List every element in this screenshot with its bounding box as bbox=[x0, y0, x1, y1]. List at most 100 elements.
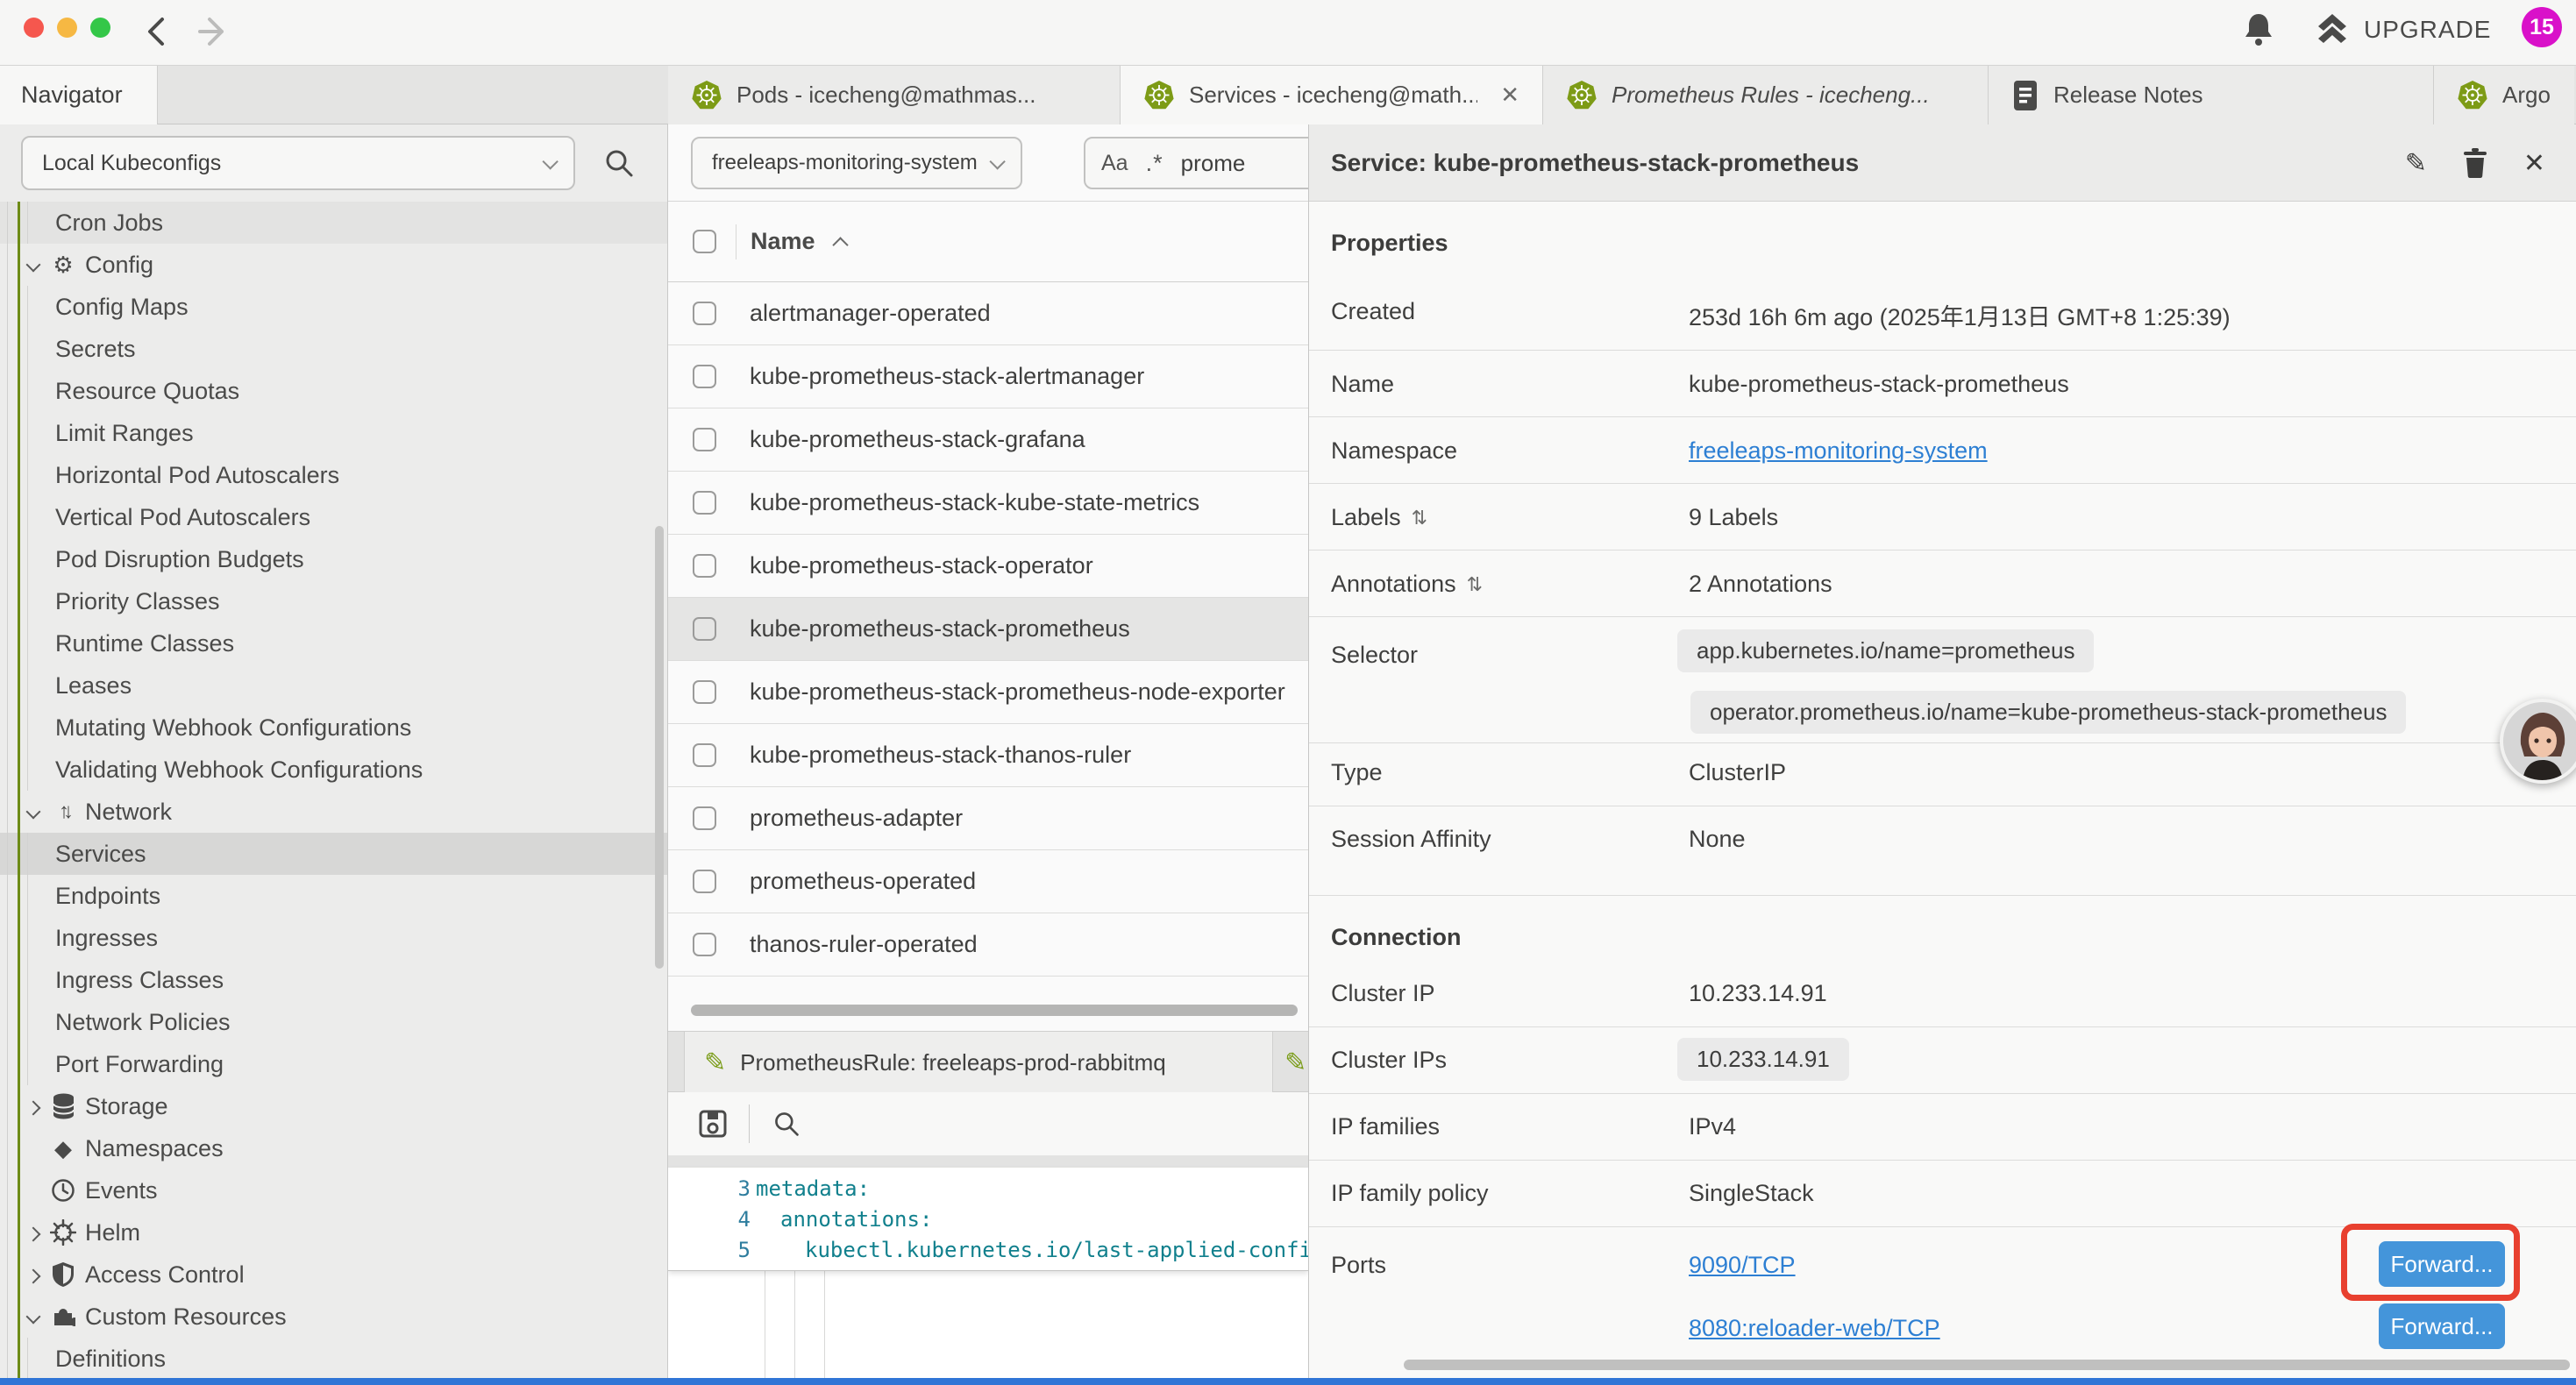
avatar[interactable] bbox=[2500, 699, 2576, 784]
table-row-alertmanager-operated[interactable]: alertmanager-operated bbox=[668, 282, 1308, 345]
table-row-kube-prometheus-stack-prometheus-node-exporter[interactable]: kube-prometheus-stack-prometheus-node-ex… bbox=[668, 661, 1308, 724]
row-checkbox[interactable] bbox=[693, 302, 716, 325]
tab-navigator[interactable]: Navigator bbox=[0, 66, 158, 124]
expand-collapse-icon[interactable]: ⇅ bbox=[1467, 573, 1483, 596]
row-checkbox[interactable] bbox=[693, 933, 716, 956]
table-row-kube-prometheus-stack-thanos-ruler[interactable]: kube-prometheus-stack-thanos-ruler bbox=[668, 724, 1308, 787]
tab-services[interactable]: Services - icecheng@math... ✕ bbox=[1121, 66, 1543, 124]
row-checkbox[interactable] bbox=[693, 870, 716, 893]
sidebar-item-definitions[interactable]: Definitions bbox=[0, 1338, 667, 1378]
tree-chevron-icon[interactable] bbox=[26, 1099, 40, 1113]
sidebar-item-mutating-webhook-configurations[interactable]: Mutating Webhook Configurations bbox=[0, 707, 667, 749]
sidebar-item-secrets[interactable]: Secrets bbox=[0, 328, 667, 370]
delete-trash-icon[interactable] bbox=[2462, 148, 2488, 178]
sidebar-item-leases[interactable]: Leases bbox=[0, 664, 667, 707]
sidebar-item-validating-webhook-configurations[interactable]: Validating Webhook Configurations bbox=[0, 749, 667, 791]
panel-horizontal-scrollbar[interactable] bbox=[1404, 1360, 2570, 1370]
tree-chevron-icon[interactable] bbox=[26, 1225, 40, 1239]
sidebar-item-network-policies[interactable]: Network Policies bbox=[0, 1001, 667, 1043]
sidebar-item-namespaces[interactable]: ◆ Namespaces bbox=[0, 1127, 667, 1169]
sidebar-item-ingress-classes[interactable]: Ingress Classes bbox=[0, 959, 667, 1001]
sidebar-item-pod-disruption-budgets[interactable]: Pod Disruption Budgets bbox=[0, 538, 667, 580]
row-checkbox[interactable] bbox=[693, 428, 716, 451]
sidebar-item-vertical-pod-autoscalers[interactable]: Vertical Pod Autoscalers bbox=[0, 496, 667, 538]
row-checkbox[interactable] bbox=[693, 617, 716, 641]
table-row-kube-prometheus-stack-grafana[interactable]: kube-prometheus-stack-grafana bbox=[668, 408, 1308, 472]
sidebar-item-priority-classes[interactable]: Priority Classes bbox=[0, 580, 667, 622]
tab-release-notes[interactable]: Release Notes bbox=[1989, 66, 2434, 124]
kubeconfig-select[interactable]: Local Kubeconfigs bbox=[21, 136, 575, 190]
sidebar-item-services[interactable]: Services bbox=[0, 833, 667, 875]
row-checkbox[interactable] bbox=[693, 491, 716, 515]
upgrade-button[interactable]: UPGRADE bbox=[2315, 12, 2491, 47]
sidebar-scrollbar[interactable] bbox=[655, 526, 664, 969]
table-row-kube-prometheus-stack-kube-state-metrics[interactable]: kube-prometheus-stack-kube-state-metrics bbox=[668, 472, 1308, 535]
sidebar-item-runtime-classes[interactable]: Runtime Classes bbox=[0, 622, 667, 664]
row-checkbox[interactable] bbox=[693, 365, 716, 388]
name-column-header[interactable]: Name bbox=[751, 228, 815, 255]
row-checkbox[interactable] bbox=[693, 680, 716, 704]
sidebar-item-port-forwarding[interactable]: Port Forwarding bbox=[0, 1043, 667, 1085]
select-all-checkbox[interactable] bbox=[693, 230, 716, 253]
notifications-bell-icon[interactable] bbox=[2243, 11, 2274, 49]
sidebar-item-config[interactable]: ⚙ Config bbox=[0, 244, 667, 286]
sidebar-item-endpoints[interactable]: Endpoints bbox=[0, 875, 667, 917]
namespace-select[interactable]: freeleaps-monitoring-system bbox=[691, 137, 1022, 189]
match-case-toggle[interactable]: Aa bbox=[1101, 151, 1128, 176]
sidebar-item-horizontal-pod-autoscalers[interactable]: Horizontal Pod Autoscalers bbox=[0, 454, 667, 496]
table-row-kube-prometheus-stack-operator[interactable]: kube-prometheus-stack-operator bbox=[668, 535, 1308, 598]
maximize-window-button[interactable] bbox=[90, 18, 110, 38]
forward-arrow-icon[interactable] bbox=[195, 12, 233, 51]
expand-collapse-icon[interactable]: ⇅ bbox=[1412, 507, 1427, 529]
sidebar-item-limit-ranges[interactable]: Limit Ranges bbox=[0, 412, 667, 454]
tab-prometheus-rules[interactable]: Prometheus Rules - icecheng... bbox=[1543, 66, 1989, 124]
tree-chevron-icon[interactable] bbox=[26, 1268, 40, 1282]
namespace-link[interactable]: freeleaps-monitoring-system bbox=[1689, 437, 1988, 465]
table-row-kube-prometheus-stack-prometheus[interactable]: kube-prometheus-stack-prometheus bbox=[668, 598, 1308, 661]
table-row-kube-prometheus-stack-alertmanager[interactable]: kube-prometheus-stack-alertmanager bbox=[668, 345, 1308, 408]
sidebar-item-config-maps[interactable]: Config Maps bbox=[0, 286, 667, 328]
table-horizontal-scrollbar[interactable] bbox=[691, 1005, 1298, 1016]
table-row-thanos-ruler-operated[interactable]: thanos-ruler-operated bbox=[668, 913, 1308, 977]
save-icon[interactable] bbox=[698, 1109, 728, 1139]
table-row-prometheus-adapter[interactable]: prometheus-adapter bbox=[668, 787, 1308, 850]
sidebar-item-ingresses[interactable]: Ingresses bbox=[0, 917, 667, 959]
sidebar-item-cron-jobs[interactable]: Cron Jobs bbox=[0, 202, 667, 244]
sidebar-item-helm[interactable]: Helm bbox=[0, 1211, 667, 1254]
editor-tab-partial[interactable]: ✎ bbox=[1274, 1032, 1308, 1093]
selector-chip: operator.prometheus.io/name=kube-prometh… bbox=[1690, 691, 2406, 734]
sidebar-item-network[interactable]: ↑↓ Network bbox=[0, 791, 667, 833]
tree-chevron-icon[interactable] bbox=[26, 1310, 40, 1324]
edit-pencil-icon[interactable]: ✎ bbox=[2405, 148, 2427, 179]
sidebar-item-custom-resources[interactable]: Custom Resources bbox=[0, 1296, 667, 1338]
tree-chevron-icon[interactable] bbox=[26, 258, 40, 272]
port-link-8080[interactable]: 8080:reloader-web/TCP bbox=[1689, 1315, 1940, 1342]
sidebar-item-storage[interactable]: Storage bbox=[0, 1085, 667, 1127]
tab-argo[interactable]: Argo Se bbox=[2434, 66, 2574, 124]
tree-chevron-icon[interactable] bbox=[26, 805, 40, 819]
regex-toggle[interactable]: .* bbox=[1146, 150, 1163, 177]
sort-ascending-icon[interactable] bbox=[832, 237, 848, 252]
editor-search-icon[interactable] bbox=[772, 1110, 801, 1138]
close-window-button[interactable] bbox=[24, 18, 44, 38]
editor-tab-prometheusrule[interactable]: ✎ PrometheusRule: freeleaps-prod-rabbitm… bbox=[684, 1032, 1273, 1093]
forward-port-button[interactable]: Forward... bbox=[2379, 1303, 2505, 1349]
sidebar-item-resource-quotas[interactable]: Resource Quotas bbox=[0, 370, 667, 412]
filter-input[interactable]: Aa .* prome bbox=[1084, 137, 1308, 189]
notification-count-badge[interactable]: 15 bbox=[2522, 7, 2562, 47]
row-checkbox[interactable] bbox=[693, 554, 716, 578]
tab-pods[interactable]: Pods - icecheng@mathmas... bbox=[668, 66, 1121, 124]
close-tab-icon[interactable]: ✕ bbox=[1500, 82, 1519, 109]
back-arrow-icon[interactable] bbox=[139, 12, 177, 51]
sidebar-item-events[interactable]: Events bbox=[0, 1169, 667, 1211]
close-panel-icon[interactable]: ✕ bbox=[2523, 148, 2545, 179]
minimize-window-button[interactable] bbox=[57, 18, 77, 38]
yaml-editor[interactable]: 11 0","for":"1m","labels":{"service":" 1… bbox=[668, 1168, 1308, 1378]
row-checkbox[interactable] bbox=[693, 743, 716, 767]
row-checkbox[interactable] bbox=[693, 806, 716, 830]
search-icon[interactable] bbox=[603, 147, 635, 179]
sidebar-item-access-control[interactable]: Access Control bbox=[0, 1254, 667, 1296]
table-row-prometheus-operated[interactable]: prometheus-operated bbox=[668, 850, 1308, 913]
forward-port-button[interactable]: Forward... bbox=[2379, 1241, 2505, 1287]
port-link-9090[interactable]: 9090/TCP bbox=[1689, 1252, 1796, 1279]
